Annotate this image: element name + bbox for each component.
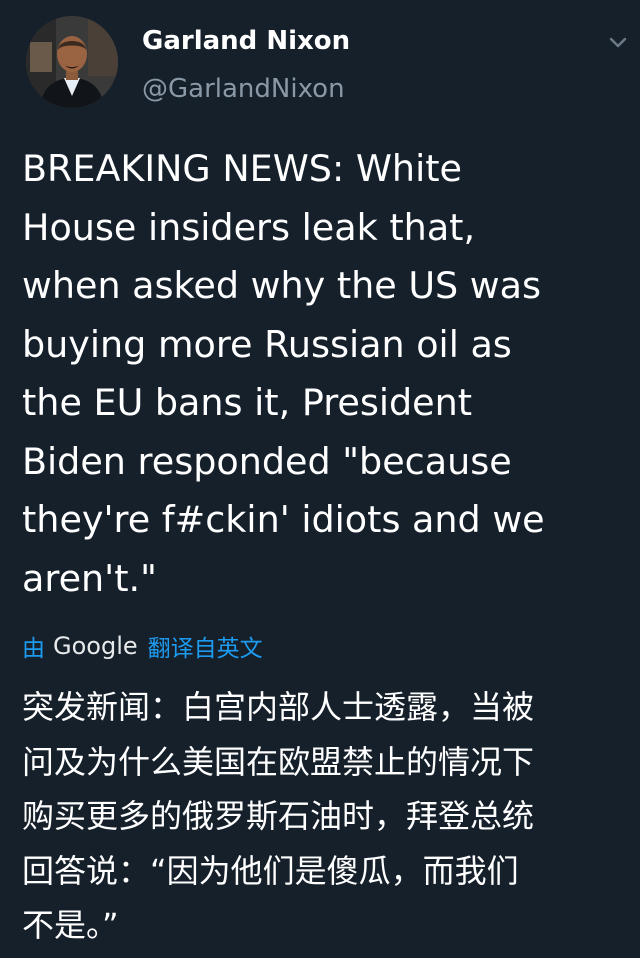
translated-text-line: 回答说：“因为他们是傻瓜，而我们 [22,851,519,890]
tweet-text-line: they're f#ckin' idiots and we [22,498,545,541]
translated-text-line: 问及为什么美国在欧盟禁止的情况下 [22,742,535,781]
tweet-text-line: when asked why the US was [22,264,542,307]
translate-link[interactable]: 由 Google 翻译自英文 [22,626,263,666]
tweet-text-line: Biden responded "because [22,439,512,483]
tweet-card: Garland Nixon @GarlandNixon BREAKING NEW… [0,0,640,958]
translate-by-label: 由 [22,636,45,662]
translated-text-line: 不是。” [22,906,119,944]
translated-text-line: 突发新闻：白宫内部人士透露，当被 [22,688,535,726]
translated-text-line: 购买更多的俄罗斯石油时，拜登总统 [22,797,535,835]
translate-from-label: 翻译自英文 [147,636,263,662]
google-logo: Google [53,632,138,660]
tweet-text-line: aren't." [22,556,157,600]
user-handle[interactable]: @GarlandNixon [142,72,345,106]
tweet-text-line: House insiders leak that, [22,205,476,249]
avatar[interactable] [26,16,118,108]
translated-text: 突发新闻：白宫内部人士透露，当被 问及为什么美国在欧盟禁止的情况下 购买更多的俄… [22,680,628,953]
tweet-text-line: the EU bans it, President [22,381,473,424]
tweet-text-line: BREAKING NEWS: White [22,147,462,190]
display-name[interactable]: Garland Nixon [142,24,350,58]
chevron-down-icon[interactable] [606,30,630,54]
profile-photo-icon [26,16,118,108]
tweet-text-line: buying more Russian oil as [22,322,512,366]
tweet-text: BREAKING NEWS: White House insiders leak… [22,140,628,608]
